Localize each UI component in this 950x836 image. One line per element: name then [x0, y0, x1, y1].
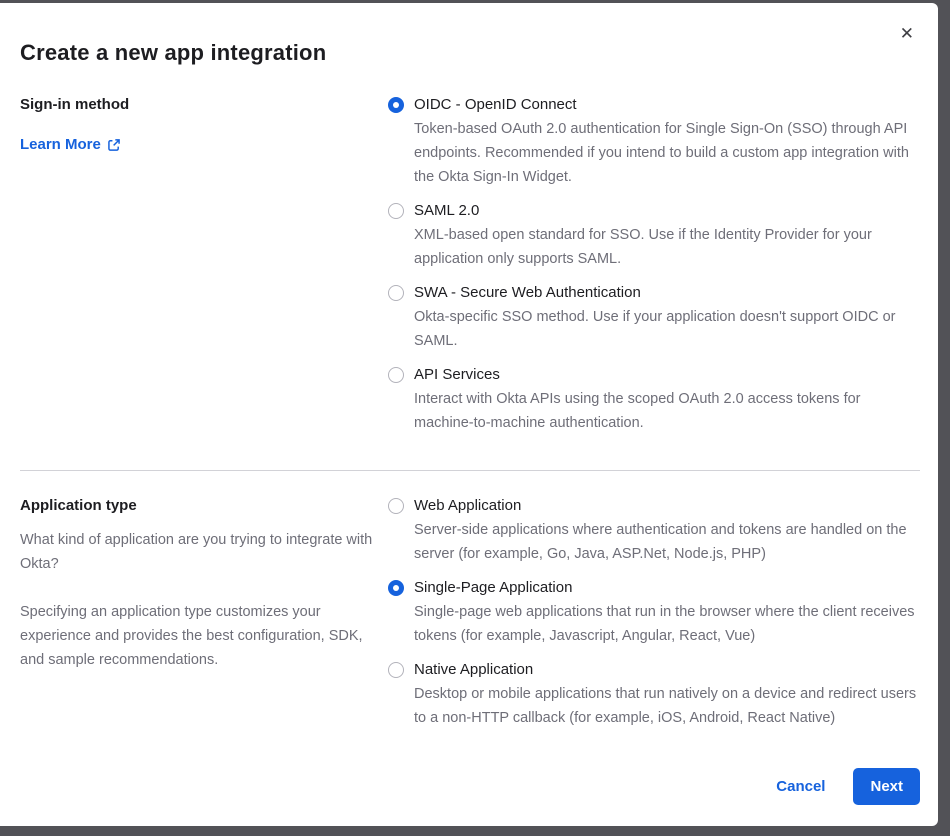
sign-in-method-label: Sign-in method	[20, 93, 388, 117]
radio-button-swa[interactable]	[388, 285, 404, 301]
sign-in-method-section: Sign-in method Learn More OIDC - OpenID …	[20, 93, 920, 435]
learn-more-label: Learn More	[20, 133, 101, 157]
external-link-icon	[107, 138, 121, 152]
application-type-section: Application type What kind of applicatio…	[20, 494, 920, 730]
radio-option-description: Token-based OAuth 2.0 authentication for…	[414, 117, 920, 189]
radio-button-native-application[interactable]	[388, 662, 404, 678]
radio-option-description: XML-based open standard for SSO. Use if …	[414, 223, 920, 271]
sign-in-method-radio-group: OIDC - OpenID Connect Token-based OAuth …	[388, 93, 920, 435]
dialog-footer: Cancel Next	[20, 768, 920, 805]
page-title: Create a new app integration	[20, 39, 920, 67]
radio-option-oidc[interactable]: OIDC - OpenID Connect Token-based OAuth …	[388, 93, 920, 189]
radio-option-label: Web Application	[414, 494, 920, 518]
radio-option-description: Desktop or mobile applications that run …	[414, 682, 920, 730]
application-type-help-text-2: Specifying an application type customize…	[20, 600, 388, 672]
radio-option-description: Single-page web applications that run in…	[414, 600, 920, 648]
cancel-button[interactable]: Cancel	[776, 778, 825, 795]
next-button[interactable]: Next	[853, 768, 920, 805]
radio-option-description: Interact with Okta APIs using the scoped…	[414, 387, 920, 435]
close-icon[interactable]: ✕	[900, 25, 914, 42]
application-type-radio-group: Web Application Server-side applications…	[388, 494, 920, 730]
radio-button-oidc[interactable]	[388, 97, 404, 113]
radio-option-label: Native Application	[414, 658, 920, 682]
radio-option-label: Single-Page Application	[414, 576, 920, 600]
radio-option-description: Server-side applications where authentic…	[414, 518, 920, 566]
radio-option-saml[interactable]: SAML 2.0 XML-based open standard for SSO…	[388, 199, 920, 271]
radio-option-api-services[interactable]: API Services Interact with Okta APIs usi…	[388, 363, 920, 435]
radio-button-api-services[interactable]	[388, 367, 404, 383]
radio-button-web-application[interactable]	[388, 498, 404, 514]
radio-option-description: Okta-specific SSO method. Use if your ap…	[414, 305, 920, 353]
create-app-integration-dialog: ✕ Create a new app integration Sign-in m…	[0, 3, 938, 826]
radio-option-swa[interactable]: SWA - Secure Web Authentication Okta-spe…	[388, 281, 920, 353]
sign-in-method-left-column: Sign-in method Learn More	[20, 93, 388, 157]
radio-option-web-application[interactable]: Web Application Server-side applications…	[388, 494, 920, 566]
section-divider	[20, 470, 920, 471]
radio-button-saml[interactable]	[388, 203, 404, 219]
radio-option-label: OIDC - OpenID Connect	[414, 93, 920, 117]
radio-option-label: SWA - Secure Web Authentication	[414, 281, 920, 305]
radio-option-label: API Services	[414, 363, 920, 387]
radio-button-single-page-application[interactable]	[388, 580, 404, 596]
learn-more-link[interactable]: Learn More	[20, 133, 121, 157]
radio-option-label: SAML 2.0	[414, 199, 920, 223]
application-type-left-column: Application type What kind of applicatio…	[20, 494, 388, 686]
application-type-help-text-1: What kind of application are you trying …	[20, 528, 388, 576]
application-type-label: Application type	[20, 494, 388, 518]
radio-option-single-page-application[interactable]: Single-Page Application Single-page web …	[388, 576, 920, 648]
radio-option-native-application[interactable]: Native Application Desktop or mobile app…	[388, 658, 920, 730]
